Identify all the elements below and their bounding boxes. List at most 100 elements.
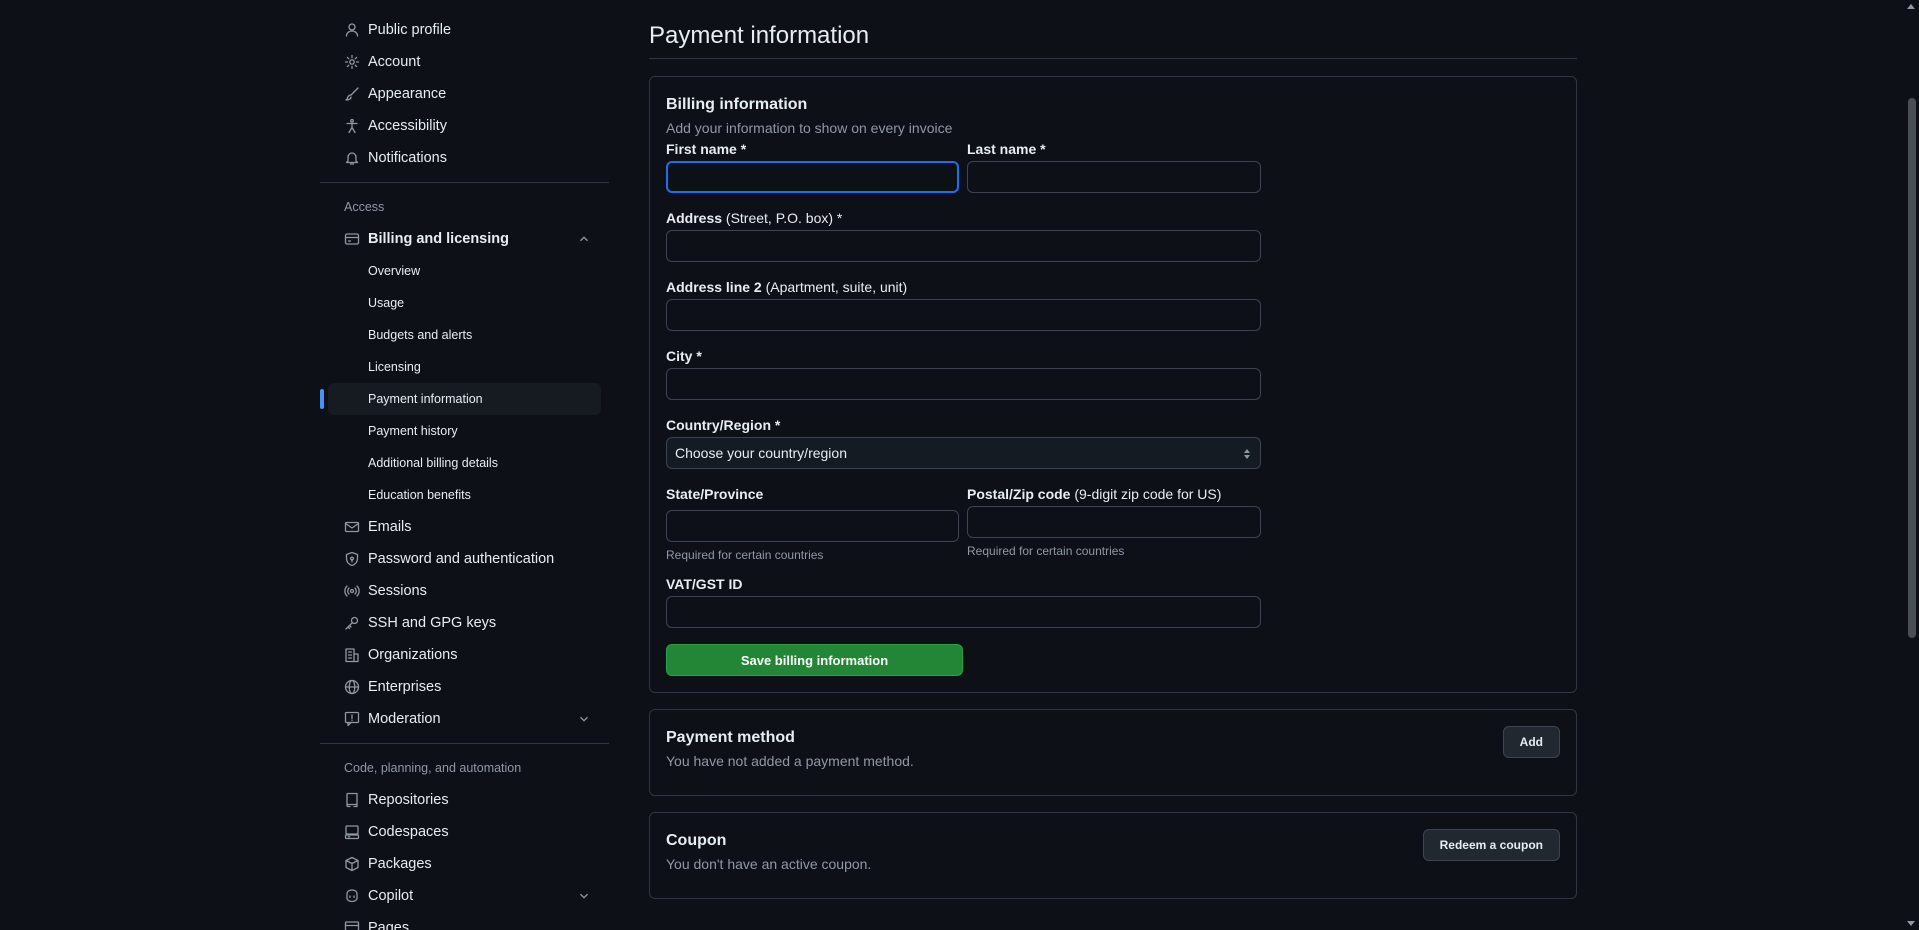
sidebar-subitem-budgets-and-alerts[interactable]: Budgets and alerts [328, 319, 601, 351]
sidebar-item-accessibility[interactable]: Accessibility [328, 110, 601, 142]
scrollbar[interactable] [1904, 0, 1919, 930]
accessibility-icon [344, 118, 360, 134]
last-name-input[interactable] [967, 161, 1261, 193]
sidebar-item-packages[interactable]: Packages [328, 848, 601, 880]
person-icon [344, 22, 360, 38]
sidebar-item-enterprises[interactable]: Enterprises [328, 671, 601, 703]
sidebar-subitem-payment-history[interactable]: Payment history [328, 415, 601, 447]
add-payment-method-button[interactable]: Add [1502, 726, 1560, 758]
sidebar-item-label: Appearance [368, 86, 447, 102]
sidebar-subitem-payment-information[interactable]: Payment information [320, 383, 601, 415]
sidebar-item-ssh-and-gpg-keys[interactable]: SSH and GPG keys [328, 607, 601, 639]
vat-label: VAT/GST ID [666, 576, 743, 592]
save-billing-button[interactable]: Save billing information [666, 644, 963, 676]
paintbrush-icon [344, 86, 360, 102]
sidebar-item-billing[interactable]: Billing and licensing [328, 223, 601, 255]
package-icon [344, 856, 360, 872]
postal-label-text: Postal/Zip code [967, 486, 1071, 502]
sidebar-item-label: Account [368, 54, 421, 70]
sidebar-item-repositories[interactable]: Repositories [328, 784, 601, 816]
sidebar-item-label: Organizations [368, 647, 458, 663]
sidebar-subitem-label: Licensing [368, 360, 421, 374]
sidebar-divider [320, 743, 609, 744]
city-label: City * [666, 348, 702, 364]
sidebar-heading-code: Code, planning, and automation [344, 761, 522, 775]
first-name-input[interactable] [666, 161, 959, 193]
bell-icon [344, 150, 360, 166]
postal-label: Postal/Zip code (9-digit zip code for US… [967, 486, 1260, 502]
payment-method-heading: Payment method [666, 729, 795, 746]
sidebar-item-label: Public profile [368, 22, 452, 38]
sidebar-item-password-and-authentication[interactable]: Password and authentication [328, 543, 601, 575]
scrollbar-thumb[interactable] [1908, 98, 1916, 638]
settings-sidebar: Public profile Account Appearance Accessibi… [320, 14, 609, 930]
codespaces-icon [344, 824, 360, 840]
payment-method-box: Payment method You have not added a paym… [649, 709, 1577, 796]
scroll-up-icon[interactable] [1907, 4, 1915, 9]
address-input[interactable] [666, 230, 1261, 262]
sidebar-item-pages[interactable]: Pages [328, 912, 601, 930]
address2-label-text: Address line 2 [666, 279, 762, 295]
city-input[interactable] [666, 368, 1261, 400]
sidebar-item-moderation[interactable]: Moderation [328, 703, 601, 735]
report-icon [344, 711, 360, 727]
sidebar-item-account[interactable]: Account [328, 46, 601, 78]
sidebar-item-label: Pages [368, 920, 410, 930]
chevron-up-icon[interactable] [577, 232, 591, 246]
country-select[interactable]: Choose your country/region [666, 437, 1261, 469]
sidebar-item-codespaces[interactable]: Codespaces [328, 816, 601, 848]
page-title: Payment information [649, 0, 1577, 59]
state-input[interactable] [666, 510, 959, 542]
sidebar-item-label: Enterprises [368, 679, 442, 695]
sidebar-subitem-education-benefits[interactable]: Education benefits [328, 479, 601, 511]
sidebar-item-label: Billing and licensing [368, 231, 509, 247]
country-select-value: Choose your country/region [675, 445, 847, 461]
globe-icon [344, 679, 360, 695]
sidebar-item-notifications[interactable]: Notifications [328, 142, 601, 174]
sidebar-subitem-label: Payment information [368, 392, 483, 406]
sidebar-item-public-profile[interactable]: Public profile [328, 14, 601, 46]
sidebar-subitem-overview[interactable]: Overview [328, 255, 601, 287]
sidebar-item-label: Password and authentication [368, 551, 555, 567]
sidebar-item-label: SSH and GPG keys [368, 615, 497, 631]
postal-input[interactable] [967, 506, 1261, 538]
main-content: Payment information Billing information … [649, 0, 1577, 899]
country-label: Country/Region * [666, 417, 781, 433]
scroll-down-icon[interactable] [1907, 921, 1915, 926]
sidebar-item-copilot[interactable]: Copilot [328, 880, 601, 912]
state-label: State/Province [666, 486, 764, 502]
select-arrows-icon [1242, 447, 1252, 461]
organization-icon [344, 647, 360, 663]
address2-label-note: (Apartment, suite, unit) [765, 279, 908, 295]
sidebar-subitem-label: Overview [368, 264, 421, 278]
sidebar-item-label: Repositories [368, 792, 449, 808]
key-icon [344, 615, 360, 631]
vat-input[interactable] [666, 596, 1261, 628]
redeem-coupon-button[interactable]: Redeem a coupon [1422, 829, 1560, 861]
sidebar-item-appearance[interactable]: Appearance [328, 78, 601, 110]
billing-information-box: Billing information Add your information… [649, 76, 1577, 693]
sidebar-subitem-label: Education benefits [368, 488, 471, 502]
payment-method-description: You have not added a payment method. [666, 753, 914, 769]
postal-hint: Required for certain countries [967, 544, 1125, 558]
browser-icon [344, 920, 360, 930]
chevron-down-icon[interactable] [577, 712, 591, 726]
sidebar-item-label: Copilot [368, 888, 414, 904]
sidebar-subitem-additional-billing-details[interactable]: Additional billing details [328, 447, 601, 479]
address2-input[interactable] [666, 299, 1261, 331]
sidebar-item-label: Moderation [368, 711, 441, 727]
sidebar-item-emails[interactable]: Emails [328, 511, 601, 543]
chevron-down-icon[interactable] [577, 889, 591, 903]
sidebar-item-organizations[interactable]: Organizations [328, 639, 601, 671]
repo-icon [344, 792, 360, 808]
last-name-label: Last name * [967, 141, 1046, 157]
sidebar-subitem-licensing[interactable]: Licensing [328, 351, 601, 383]
sidebar-item-label: Accessibility [368, 118, 447, 134]
address-label-text: Address [666, 210, 723, 226]
sidebar-subitem-usage[interactable]: Usage [328, 287, 601, 319]
sidebar-item-label: Notifications [368, 150, 447, 166]
sidebar-item-label: Packages [368, 856, 432, 872]
sidebar-subitem-label: Payment history [368, 424, 458, 438]
sidebar-subitem-label: Additional billing details [368, 456, 498, 470]
sidebar-item-sessions[interactable]: Sessions [328, 575, 601, 607]
